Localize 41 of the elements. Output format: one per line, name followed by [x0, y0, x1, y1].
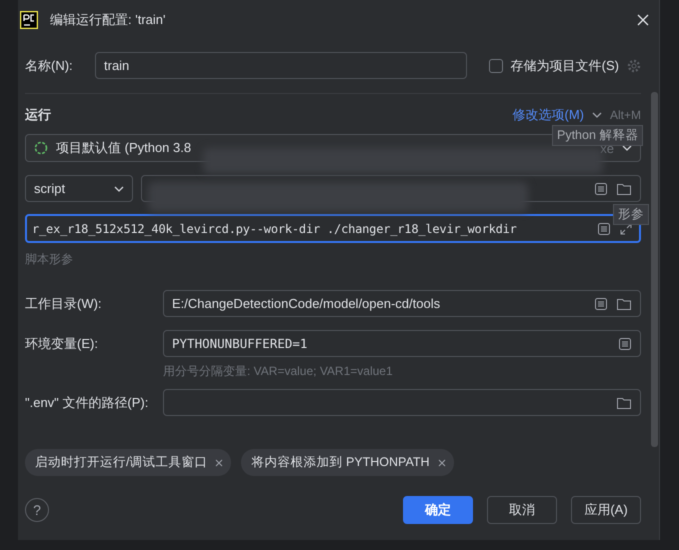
option-chip[interactable]: 将内容根添加到 PYTHONPATH [241, 449, 454, 476]
modify-options-link[interactable]: 修改选项(M) [512, 106, 584, 124]
field-label: ".env" 文件的路径(P): [25, 394, 150, 412]
section-title: 运行 [25, 106, 52, 124]
script-dropdown[interactable]: script [25, 175, 133, 202]
remove-icon[interactable] [438, 458, 446, 466]
shortcut-text: Alt+M [610, 108, 641, 122]
dialog-button[interactable]: 取消 [487, 496, 557, 524]
path-field[interactable] [163, 389, 641, 416]
folder-icon[interactable] [616, 396, 632, 410]
window-title: 编辑运行配置: 'train' [50, 11, 166, 29]
name-field[interactable]: train [95, 52, 467, 79]
remove-icon[interactable] [215, 458, 224, 466]
folder-icon[interactable] [616, 296, 632, 310]
env-field[interactable]: PYTHONUNBUFFERED=1 [163, 330, 641, 357]
chevron-down-icon [622, 145, 632, 151]
folder-icon[interactable] [616, 182, 632, 196]
help-button[interactable]: ? [25, 498, 49, 522]
list-icon[interactable] [618, 336, 632, 350]
app-logo-icon [20, 11, 38, 29]
dialog-button[interactable]: 应用(A) [571, 496, 641, 524]
list-icon[interactable] [594, 182, 608, 196]
loading-spinner-icon [34, 141, 48, 155]
list-icon[interactable] [594, 296, 608, 310]
chevron-down-icon [114, 186, 124, 192]
field-hint: 用分号分隔变量: VAR=value; VAR1=value1 [163, 364, 393, 378]
path-field[interactable]: E:/ChangeDetectionCode/model/open-cd/tools [163, 290, 641, 317]
parameters-hint: 脚本形参 [25, 252, 73, 266]
option-chip[interactable]: 启动时打开运行/调试工具窗口 [25, 449, 232, 476]
tooltip: 形参 [613, 204, 649, 225]
field-label: 工作目录(W): [25, 294, 103, 312]
chevron-down-icon [592, 112, 602, 118]
ok-button[interactable]: 确定 [403, 496, 473, 524]
list-icon[interactable] [597, 222, 611, 236]
tooltip: Python 解释器 [552, 125, 644, 146]
close-icon[interactable] [637, 14, 649, 26]
scrollbar[interactable] [651, 92, 658, 447]
checkbox[interactable] [488, 58, 503, 72]
name-label: 名称(N): [25, 56, 74, 74]
field-label: 环境变量(E): [25, 334, 99, 352]
checkbox-label: 存储为项目文件(S) [510, 56, 619, 74]
